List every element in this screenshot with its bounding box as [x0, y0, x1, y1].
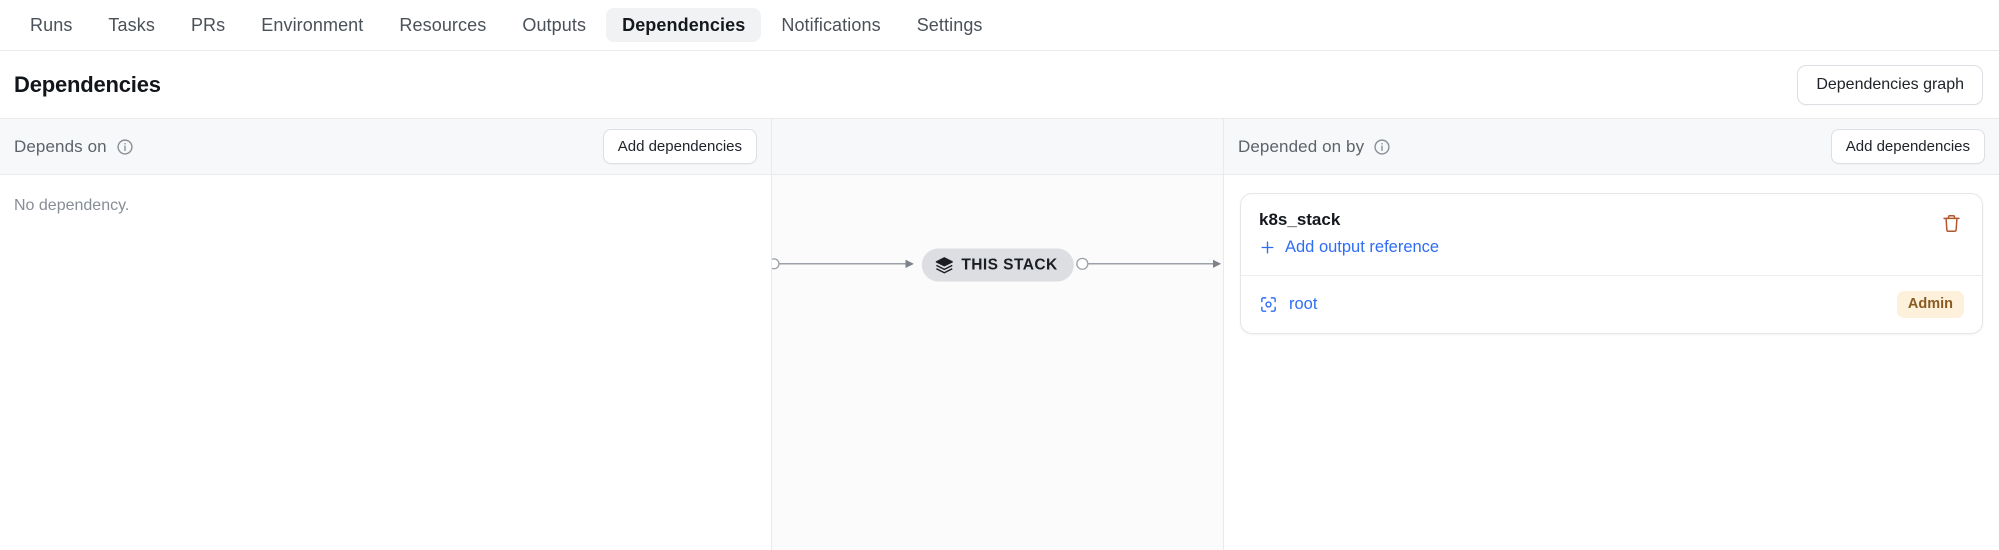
graph-edges — [772, 175, 1223, 550]
add-dependencies-button-left[interactable]: Add dependencies — [602, 129, 757, 164]
dependency-reference-label: root — [1289, 294, 1318, 313]
depended-on-by-title: Depended on by — [1238, 136, 1365, 156]
dependency-reference-link[interactable]: root — [1259, 295, 1317, 314]
trash-icon[interactable] — [1938, 210, 1964, 236]
add-output-reference-label: Add output reference — [1285, 238, 1440, 257]
dependency-card-main: k8s_stack Add output reference — [1259, 210, 1439, 261]
graph-panel-header — [772, 119, 1223, 175]
tab-runs[interactable]: Runs — [14, 8, 88, 42]
this-stack-node[interactable]: THIS STACK — [921, 248, 1074, 282]
tab-environment[interactable]: Environment — [245, 8, 379, 42]
plus-icon — [1259, 239, 1276, 256]
dependency-card-top: k8s_stack Add output reference — [1241, 194, 1982, 275]
dependencies-body: Depends on Add dependencies No dependenc… — [0, 119, 1999, 550]
depends-on-title-group: Depends on — [14, 137, 134, 157]
stack-tab-bar: Runs Tasks PRs Environment Resources Out… — [0, 0, 1999, 51]
depends-on-title: Depends on — [14, 136, 107, 156]
depended-on-by-header: Depended on by Add dependencies — [1224, 119, 1999, 175]
depended-on-by-content: k8s_stack Add output reference root Admi… — [1224, 175, 1999, 550]
add-output-reference-link[interactable]: Add output reference — [1259, 239, 1439, 256]
tab-notifications[interactable]: Notifications — [765, 8, 896, 42]
page-title: Dependencies — [14, 71, 161, 97]
depended-on-by-title-group: Depended on by — [1238, 137, 1391, 157]
tab-tasks[interactable]: Tasks — [92, 8, 171, 42]
dependency-reference-row: root Admin — [1241, 276, 1982, 333]
add-dependencies-button-right[interactable]: Add dependencies — [1830, 129, 1985, 164]
dependency-card: k8s_stack Add output reference root Admi… — [1240, 193, 1983, 334]
no-dependency-text: No dependency. — [14, 197, 130, 214]
status-badge: Admin — [1896, 291, 1964, 318]
depends-on-panel: Depends on Add dependencies No dependenc… — [0, 119, 772, 550]
graph-panel: THIS STACK — [772, 119, 1224, 550]
tab-prs[interactable]: PRs — [175, 8, 241, 42]
layers-icon — [934, 256, 953, 275]
depends-on-content: No dependency. — [0, 175, 771, 550]
depends-on-header: Depends on Add dependencies — [0, 119, 771, 175]
info-circle-icon[interactable] — [1373, 138, 1391, 156]
page-header: Dependencies Dependencies graph — [0, 51, 1999, 119]
tab-dependencies[interactable]: Dependencies — [606, 8, 762, 42]
tab-outputs[interactable]: Outputs — [506, 8, 602, 42]
info-circle-icon[interactable] — [116, 138, 134, 156]
dependencies-graph-button[interactable]: Dependencies graph — [1797, 64, 1983, 105]
tab-resources[interactable]: Resources — [383, 8, 502, 42]
dependency-stack-name: k8s_stack — [1259, 210, 1341, 229]
dependencies-page: Runs Tasks PRs Environment Resources Out… — [0, 0, 1999, 550]
graph-canvas: THIS STACK — [772, 175, 1223, 550]
this-stack-label: THIS STACK — [961, 256, 1058, 273]
tab-settings[interactable]: Settings — [901, 8, 999, 42]
scan-target-icon — [1259, 295, 1278, 314]
depended-on-by-panel: Depended on by Add dependencies k8s_stac… — [1224, 119, 1999, 550]
